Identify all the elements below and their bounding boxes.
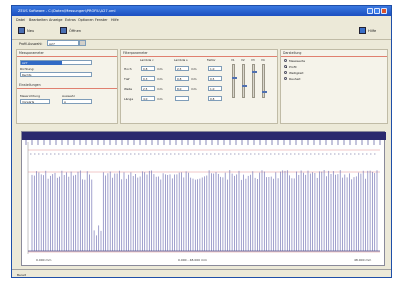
filter-value-input[interactable]: 4.0	[141, 96, 155, 101]
measurement-list[interactable]: A27	[20, 60, 92, 65]
selection-select[interactable]: A	[62, 99, 92, 104]
x-axis-range-label: 0.000 - 48.000 mm	[178, 258, 207, 262]
display-option-label: Rauheit	[289, 77, 301, 81]
filter-value-input[interactable]: 0.3	[141, 76, 155, 81]
display-panel: Darstellung Messwerte Profil Welligkeit …	[280, 49, 388, 124]
slider-label: V2	[241, 58, 245, 62]
help-button[interactable]: Hilfe	[359, 27, 389, 35]
minimize-button[interactable]	[367, 8, 373, 14]
display-option-radio[interactable]	[284, 65, 287, 68]
measure-direction-label: Messrichtung	[20, 94, 41, 98]
menu-item-window[interactable]: Fenster	[95, 18, 108, 22]
filter-row-label: Länge	[124, 97, 134, 101]
filter-value-input[interactable]: 8.0	[175, 86, 189, 91]
help-icon	[359, 27, 366, 34]
menu-bar: Datei Bearbeiten Anzeige Extras Optionen…	[12, 16, 391, 23]
amplification-slider[interactable]	[232, 64, 237, 98]
filter-value-input[interactable]: 0.5	[208, 76, 222, 81]
menu-item-help[interactable]: Hilfe	[111, 18, 119, 22]
slider-knob[interactable]	[262, 91, 267, 93]
profile-plot	[22, 132, 386, 254]
display-panel-title: Darstellung	[281, 50, 387, 57]
display-option-label: Profil	[289, 65, 297, 69]
measurement-panel-title: Messparameter	[17, 50, 117, 57]
folder-open-icon	[60, 27, 67, 34]
display-option-radio[interactable]	[284, 71, 287, 74]
menu-item-file[interactable]: Datei	[16, 18, 25, 22]
menu-item-options[interactable]: Optionen	[78, 18, 94, 22]
filter-value-input[interactable]: 0.8	[208, 96, 222, 101]
x-axis-start-label: 0.000 mm	[36, 258, 52, 262]
filter-value-input[interactable]: 0.8	[175, 76, 189, 81]
display-option-label: Welligkeit	[289, 71, 304, 75]
menu-item-extras[interactable]: Extras	[65, 18, 76, 22]
slider-label: V4	[261, 58, 265, 62]
unit-label: mm	[191, 67, 197, 71]
direction-field[interactable]: Rechts	[20, 72, 92, 77]
open-button-label: Öffnen	[69, 29, 82, 33]
slider-label: V1	[231, 58, 235, 62]
measurement-panel: Messparameter A27 Richtung: Rechts Einst…	[16, 49, 118, 124]
amplification-slider[interactable]	[242, 64, 247, 98]
unit-label: mm	[157, 67, 163, 71]
title-bar: ZEUS Software - C:\Daten\Messungen\PROFI…	[12, 6, 391, 16]
filter-row-label: Welle	[124, 87, 133, 91]
unit-label: mm	[157, 97, 163, 101]
slider-knob[interactable]	[252, 71, 257, 73]
slider-label: V3	[251, 58, 255, 62]
filter-col-header: Faktor	[207, 58, 216, 62]
filter-col-header: Lambda c	[140, 58, 154, 62]
display-option-radio[interactable]	[284, 59, 287, 62]
filter-panel-title: Filterparameter	[121, 50, 277, 57]
profile-selector-field[interactable]: A27	[47, 40, 79, 46]
filter-row-label: Hoch	[124, 67, 132, 71]
maximize-button[interactable]	[374, 8, 380, 14]
open-button[interactable]: Öffnen	[60, 27, 90, 35]
filter-value-input[interactable]: 0.8	[141, 66, 155, 71]
new-document-icon	[18, 27, 25, 34]
slider-knob[interactable]	[242, 85, 247, 87]
new-button[interactable]: Neu	[18, 27, 48, 35]
display-option-radio[interactable]	[284, 77, 287, 80]
close-button[interactable]	[381, 8, 387, 14]
filter-value-input[interactable]: 1.0	[208, 66, 222, 71]
status-text: Bereit	[17, 272, 26, 277]
filter-value-input[interactable]: 2.5	[141, 86, 155, 91]
selected-measurement[interactable]: A27	[21, 61, 62, 65]
chevron-down-icon[interactable]	[79, 40, 86, 46]
window-title: ZEUS Software - C:\Daten\Messungen\PROFI…	[18, 9, 116, 13]
measure-direction-select[interactable]: Vorwärts	[20, 99, 50, 104]
filter-row-label: Tief	[124, 77, 130, 81]
direction-label: Richtung:	[20, 67, 35, 71]
settings-title: Einstellungen	[17, 82, 117, 89]
profile-graph[interactable]: 0.000 mm 0.000 - 48.000 mm 48.000 mm	[21, 131, 386, 266]
scale-strip	[22, 132, 386, 140]
amplification-slider[interactable]	[262, 64, 267, 98]
status-bar: Bereit	[12, 269, 391, 277]
filter-value-input[interactable]: 2.5	[175, 66, 189, 71]
unit-label: mm	[157, 77, 163, 81]
unit-label: mm	[191, 77, 197, 81]
x-axis-end-label: 48.000 mm	[354, 258, 372, 262]
selection-label: Auswahl	[62, 94, 75, 98]
filter-value-input[interactable]: 1.0	[208, 86, 222, 91]
filter-panel: Filterparameter Lambda c Lambda s Faktor…	[120, 49, 278, 124]
display-option-label: Messwerte	[289, 59, 306, 63]
profile-selector-bar: Profil-Auswahl: A27	[12, 39, 391, 48]
amplification-slider[interactable]	[252, 64, 257, 98]
application-window: ZEUS Software - C:\Daten\Messungen\PROFI…	[11, 5, 392, 278]
profile-selector-label: Profil-Auswahl:	[19, 42, 43, 46]
filter-value-input[interactable]	[175, 96, 189, 101]
toolbar: Neu Öffnen Hilfe	[12, 23, 391, 40]
new-button-label: Neu	[27, 29, 35, 33]
help-button-label: Hilfe	[368, 29, 377, 33]
menu-item-view[interactable]: Anzeige	[49, 18, 63, 22]
menu-item-edit[interactable]: Bearbeiten	[29, 18, 48, 22]
unit-label: mm	[191, 87, 197, 91]
slider-knob[interactable]	[232, 77, 237, 79]
filter-col-header: Lambda s	[174, 58, 188, 62]
unit-label: mm	[157, 87, 163, 91]
